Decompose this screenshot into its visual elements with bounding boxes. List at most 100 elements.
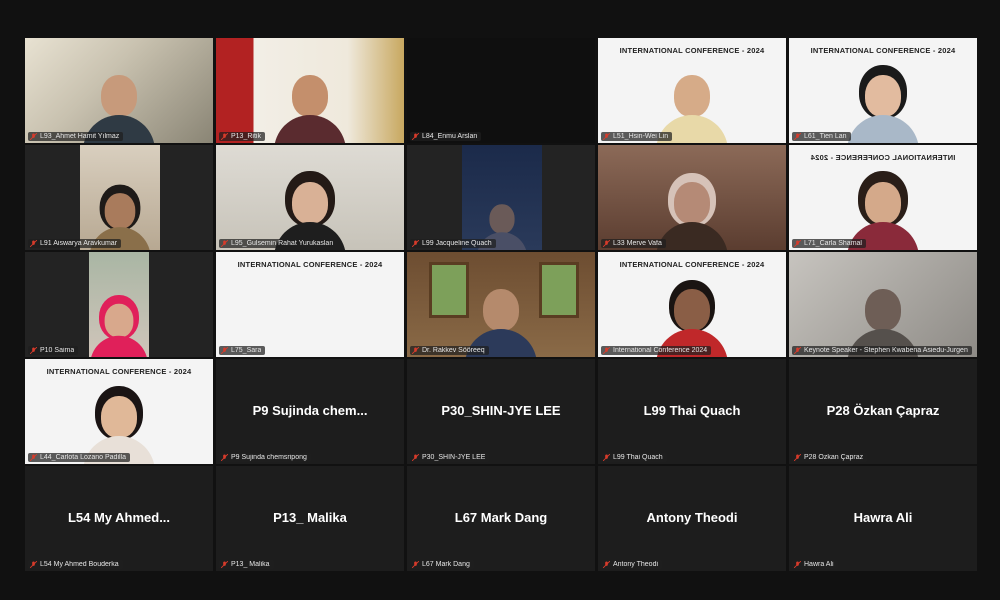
participant-name: L99 Jacqueline Quach (422, 240, 492, 247)
mic-muted-icon (30, 454, 37, 461)
name-label: L95_Gulsemin Rahat Yurukaslan (219, 239, 338, 248)
participant-display-name: P13_ Malika (273, 510, 347, 525)
participant-display-name: L54 My Ahmed... (67, 510, 171, 525)
mic-muted-icon (603, 347, 610, 354)
participant-name: L61_Tien Lan (804, 133, 847, 140)
participant-tile[interactable]: P10 Saima (25, 252, 213, 357)
participant-tile[interactable]: INTERNATIONAL CONFERENCE - 2024 L44_Carl… (25, 359, 213, 464)
participant-tile[interactable]: Hawra Ali Hawra Ali (789, 466, 977, 571)
participant-name: Hawra Ali (804, 561, 834, 568)
name-label: L99 Thai Quach (601, 453, 667, 462)
name-label: L93_Ahmet Hamit Yılmaz (28, 132, 124, 141)
conference-banner: INTERNATIONAL CONFERENCE - 2024 (810, 46, 956, 55)
participant-video (598, 145, 786, 250)
mic-muted-icon (603, 561, 610, 568)
name-label: L84_Enmu Arslan (410, 132, 482, 141)
participant-tile[interactable]: INTERNATIONAL CONFERENCE - 2024 L61_Tien… (789, 38, 977, 143)
mic-muted-icon (221, 454, 228, 461)
mic-muted-icon (30, 561, 37, 568)
mic-muted-icon (30, 347, 37, 354)
participant-name: P9 Sujinda chemsripong (231, 454, 307, 461)
participant-name: L75_Sara (231, 347, 262, 354)
participant-tile[interactable]: L33 Merve Vafa (598, 145, 786, 250)
name-label: L61_Tien Lan (792, 132, 851, 141)
participant-name: L95_Gulsemin Rahat Yurukaslan (231, 240, 334, 247)
mic-muted-icon (412, 561, 419, 568)
name-label: L51_Hsin-Wei Lin (601, 132, 673, 141)
mic-muted-icon (412, 133, 419, 140)
participant-tile[interactable]: P30_SHIN-JYE LEE P30_SHIN-JYE LEE (407, 359, 595, 464)
participant-tile[interactable]: INTERNATIONAL CONFERENCE - 2024 L51_Hsin… (598, 38, 786, 143)
name-label: L67 Mark Dang (410, 560, 474, 569)
participant-name: P30_SHIN-JYE LEE (422, 454, 486, 461)
participant-tile[interactable]: L91 Aiswarya Aravkumar (25, 145, 213, 250)
mic-muted-icon (603, 454, 610, 461)
mic-muted-icon (412, 454, 419, 461)
conference-banner: INTERNATIONAL CONFERENCE - 2024 (237, 260, 383, 269)
participant-name: L71_Carla Shamal (804, 240, 862, 247)
participant-display-name: Antony Theodi (646, 510, 738, 525)
mic-muted-icon (794, 454, 801, 461)
participant-tile[interactable]: L93_Ahmet Hamit Yılmaz (25, 38, 213, 143)
participant-tile[interactable]: Keynote Speaker - Stephen Kwabena Asiedu… (789, 252, 977, 357)
participant-tile[interactable]: INTERNATIONAL CONFERENCE - 2024 Internat… (598, 252, 786, 357)
participant-tile[interactable]: L54 My Ahmed... L54 My Ahmed Bouderka (25, 466, 213, 571)
participant-video (89, 252, 149, 357)
participant-tile[interactable]: L67 Mark Dang L67 Mark Dang (407, 466, 595, 571)
name-label: L54 My Ahmed Bouderka (28, 560, 123, 569)
participant-tile[interactable]: L95_Gulsemin Rahat Yurukaslan (216, 145, 404, 250)
participant-name: L93_Ahmet Hamit Yılmaz (40, 133, 120, 140)
name-label: Antony Theodi (601, 560, 663, 569)
participant-display-name: P28 Özkan Çapraz (826, 403, 940, 418)
participant-tile[interactable]: INTERNATIONAL CONFERENCE - 2024 L71_Carl… (789, 145, 977, 250)
participant-display-name: P9 Sujinda chem... (252, 403, 368, 418)
participant-display-name: P30_SHIN-JYE LEE (441, 403, 561, 418)
name-label: L99 Jacqueline Quach (410, 239, 496, 248)
participant-video (462, 145, 542, 250)
name-label: Keynote Speaker - Stephen Kwabena Asiedu… (792, 346, 972, 355)
conference-banner: INTERNATIONAL CONFERENCE - 2024 (619, 46, 765, 55)
participant-display-name: L67 Mark Dang (454, 510, 548, 525)
participant-tile[interactable]: INTERNATIONAL CONFERENCE - 2024 L75_Sara (216, 252, 404, 357)
mic-muted-icon (794, 133, 801, 140)
participant-video (80, 145, 160, 250)
video-gallery-grid: L93_Ahmet Hamit Yılmaz P13_Ritik L84_Enm… (25, 38, 977, 574)
participant-tile[interactable]: Dr. Rakkev Sööreeq (407, 252, 595, 357)
conference-banner: INTERNATIONAL CONFERENCE - 2024 (810, 153, 956, 162)
participant-tile[interactable]: L99 Thai Quach L99 Thai Quach (598, 359, 786, 464)
participant-name: Keynote Speaker - Stephen Kwabena Asiedu… (804, 347, 968, 354)
participant-tile[interactable]: L84_Enmu Arslan (407, 38, 595, 143)
name-label: Hawra Ali (792, 560, 838, 569)
participant-tile[interactable]: P9 Sujinda chem... P9 Sujinda chemsripon… (216, 359, 404, 464)
mic-muted-icon (603, 133, 610, 140)
mic-muted-icon (221, 347, 228, 354)
participant-name: L99 Thai Quach (613, 454, 663, 461)
participant-name: L91 Aiswarya Aravkumar (40, 240, 118, 247)
participant-name: L54 My Ahmed Bouderka (40, 561, 119, 568)
participant-video (216, 145, 404, 250)
participant-name: L84_Enmu Arslan (422, 133, 478, 140)
participant-video (789, 252, 977, 357)
name-label: P28 Özkan Çapraz (792, 453, 868, 462)
participant-tile[interactable]: Antony Theodi Antony Theodi (598, 466, 786, 571)
mic-muted-icon (221, 133, 228, 140)
name-label: L33 Merve Vafa (601, 239, 666, 248)
participant-display-name: Hawra Ali (853, 510, 913, 525)
name-label: L71_Carla Shamal (792, 239, 866, 248)
name-label: P30_SHIN-JYE LEE (410, 453, 490, 462)
participant-tile[interactable]: L99 Jacqueline Quach (407, 145, 595, 250)
mic-muted-icon (221, 240, 228, 247)
participant-name: Antony Theodi (613, 561, 659, 568)
name-label: International Conference 2024 (601, 346, 712, 355)
participant-tile[interactable]: P13_Ritik (216, 38, 404, 143)
participant-tile[interactable]: P13_ Malika P13_ Malika (216, 466, 404, 571)
name-label: Dr. Rakkev Sööreeq (410, 346, 489, 355)
participant-name: L33 Merve Vafa (613, 240, 662, 247)
participant-tile[interactable]: P28 Özkan Çapraz P28 Özkan Çapraz (789, 359, 977, 464)
participant-video (25, 38, 213, 143)
participant-name: L67 Mark Dang (422, 561, 470, 568)
mic-muted-icon (794, 347, 801, 354)
name-label: P13_Ritik (219, 132, 265, 141)
mic-muted-icon (221, 561, 228, 568)
participant-name: L51_Hsin-Wei Lin (613, 133, 669, 140)
